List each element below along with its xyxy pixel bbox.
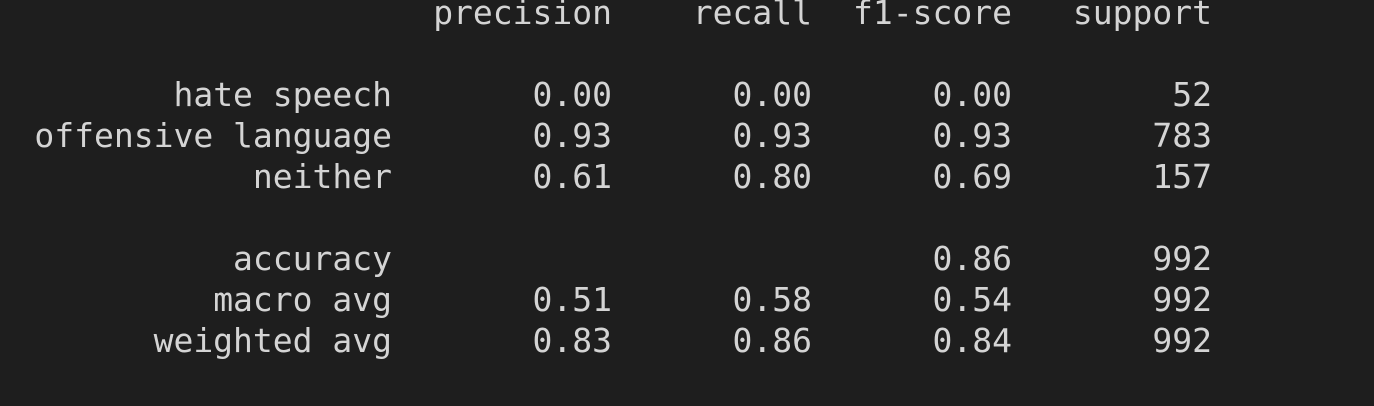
table-row: hate speech 0.00 0.00 0.00 52 xyxy=(0,74,1374,115)
summary-row: weighted avg 0.83 0.86 0.84 992 xyxy=(0,320,1374,361)
terminal-output: precision recall f1-score support hate s… xyxy=(0,0,1374,406)
recall-value xyxy=(612,238,812,279)
f1-score-value: 0.84 xyxy=(932,321,1012,360)
header-support: support xyxy=(1072,0,1212,32)
row-label: hate speech xyxy=(173,75,392,114)
support-value: 992 xyxy=(1152,280,1212,319)
row-label: neither xyxy=(252,157,392,196)
support-value: 783 xyxy=(1152,116,1212,155)
recall-value: 0.86 xyxy=(732,321,812,360)
header-recall: recall xyxy=(692,0,812,32)
row-label: macro avg xyxy=(213,280,392,319)
recall-value: 0.58 xyxy=(732,280,812,319)
f1-score-value: 0.69 xyxy=(932,157,1012,196)
recall-value: 0.93 xyxy=(732,116,812,155)
header-f1-score: f1-score xyxy=(853,0,1012,32)
row-label: weighted avg xyxy=(153,321,392,360)
support-value: 157 xyxy=(1152,157,1212,196)
header-row: precision recall f1-score support xyxy=(0,0,1374,33)
support-value: 52 xyxy=(1172,75,1212,114)
row-label: offensive language xyxy=(34,116,392,155)
precision-value: 0.61 xyxy=(532,157,612,196)
f1-score-value: 0.54 xyxy=(932,280,1012,319)
precision-value: 0.93 xyxy=(532,116,612,155)
precision-value xyxy=(400,238,612,279)
precision-value: 0.83 xyxy=(532,321,612,360)
support-value: 992 xyxy=(1152,239,1212,278)
recall-value: 0.00 xyxy=(732,75,812,114)
header-precision: precision xyxy=(433,0,612,32)
f1-score-value: 0.93 xyxy=(932,116,1012,155)
table-row: neither 0.61 0.80 0.69 157 xyxy=(0,156,1374,197)
precision-value: 0.00 xyxy=(532,75,612,114)
f1-score-value: 0.00 xyxy=(932,75,1012,114)
support-value: 992 xyxy=(1152,321,1212,360)
table-row: offensive language 0.93 0.93 0.93 783 xyxy=(0,115,1374,156)
summary-row: accuracy 0.86 992 xyxy=(0,238,1374,279)
f1-score-value: 0.86 xyxy=(932,239,1012,278)
row-label: accuracy xyxy=(233,239,392,278)
precision-value: 0.51 xyxy=(532,280,612,319)
summary-row: macro avg 0.51 0.58 0.54 992 xyxy=(0,279,1374,320)
recall-value: 0.80 xyxy=(732,157,812,196)
